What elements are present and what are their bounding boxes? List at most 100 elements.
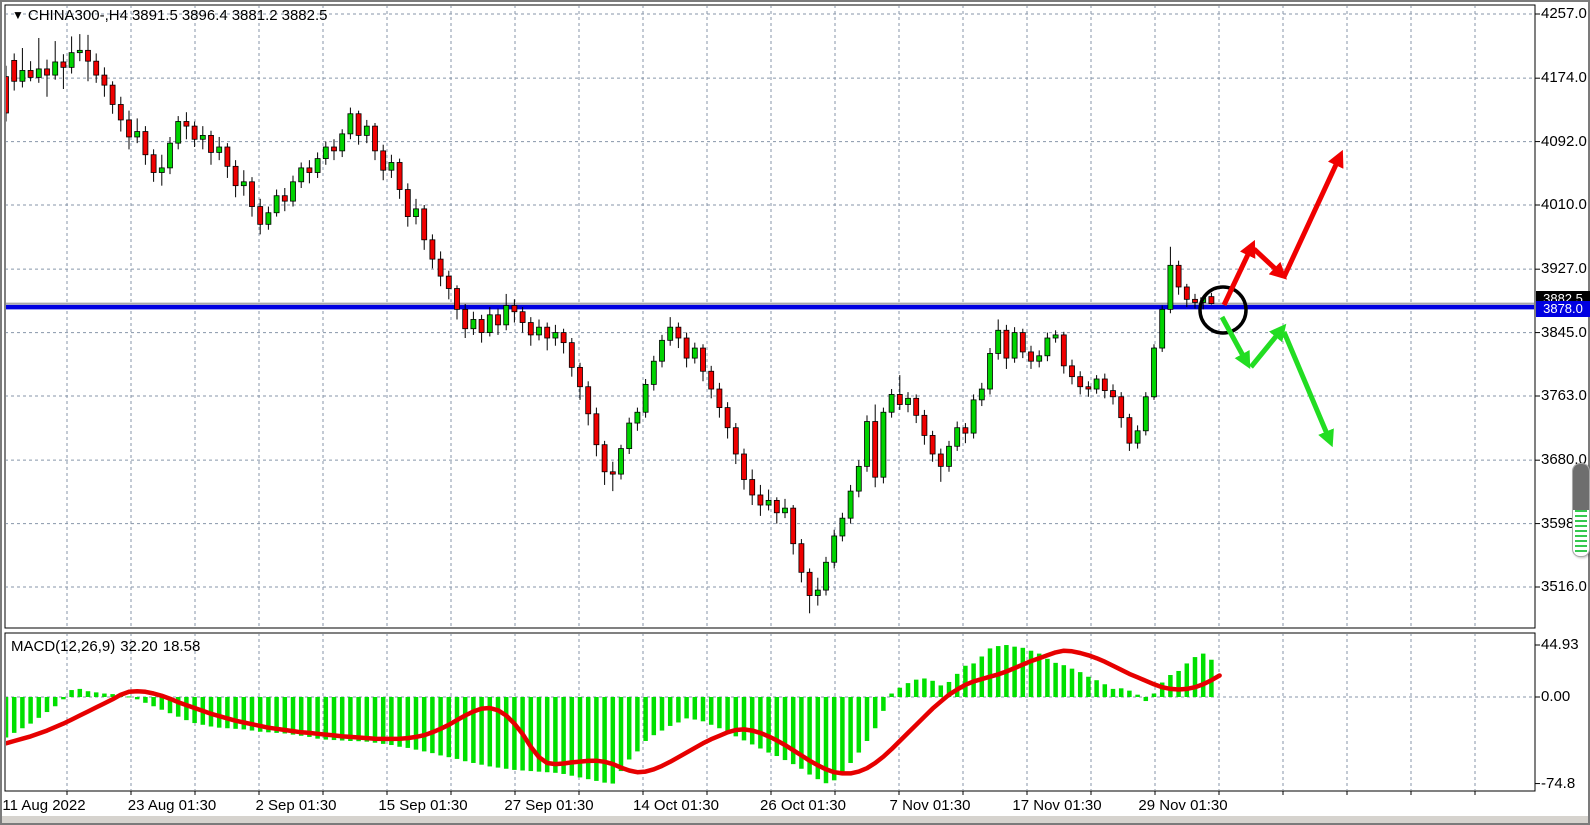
macd-bar (69, 690, 74, 697)
candle-body (856, 466, 861, 491)
macd-bar (930, 681, 935, 697)
macd-axis-label: 0.00 (1541, 689, 1570, 705)
candle-body (955, 428, 960, 447)
candle-body (135, 132, 140, 137)
candle-body (545, 327, 550, 338)
candle-body (487, 315, 492, 333)
macd-bar (939, 685, 944, 697)
macd-bar (1127, 691, 1132, 697)
price-axis-label: 4092.0 (1541, 134, 1587, 150)
price-axis-label: 4010.0 (1541, 197, 1587, 213)
macd-bar (225, 697, 230, 728)
macd-bar (1021, 648, 1026, 697)
macd-bar (512, 697, 517, 770)
candle-body (266, 213, 271, 225)
macd-bar (1144, 697, 1149, 701)
chart-canvas (0, 0, 1590, 825)
macd-bar (906, 683, 911, 697)
macd-bar (578, 697, 583, 777)
macd-bar (151, 697, 156, 706)
candle-body (332, 147, 337, 151)
candle-body (676, 327, 681, 338)
candle-body (1029, 352, 1034, 361)
macd-bar (1053, 663, 1058, 697)
candle-body (889, 394, 894, 412)
macd-bar (963, 666, 968, 697)
candle-body (20, 70, 25, 81)
macd-bar (652, 697, 657, 735)
macd-bar (1135, 695, 1140, 697)
macd-bar (898, 688, 903, 697)
candle-body (1070, 366, 1075, 377)
scrollbar-thumb[interactable] (1572, 463, 1590, 557)
candle-body (356, 114, 361, 136)
candle-body (1160, 309, 1165, 348)
candle-body (873, 422, 878, 478)
macd-bar (725, 697, 730, 732)
candle-body (774, 500, 779, 512)
candle-body (865, 422, 870, 467)
macd-bar (53, 697, 58, 706)
candle-body (1111, 391, 1116, 397)
candle-body (86, 50, 91, 61)
candle-body (4, 77, 9, 113)
candle-body (102, 75, 107, 85)
candle-body (930, 435, 935, 454)
scrollbar-grip[interactable] (1573, 464, 1589, 510)
price-axis-label: 3516.0 (1541, 579, 1587, 595)
macd-bar (20, 697, 25, 728)
candle-body (569, 343, 574, 368)
candle-body (1143, 397, 1148, 431)
candle-body (1078, 377, 1083, 387)
candle-body (315, 159, 320, 173)
candle-body (988, 353, 993, 389)
candle-body (77, 50, 82, 52)
candle-body (446, 276, 451, 288)
macd-bar (102, 694, 107, 697)
macd-bar (693, 697, 698, 720)
candle-body (45, 69, 50, 75)
candle-body (561, 333, 566, 343)
symbol-marker-icon: ▼ (12, 8, 24, 22)
macd-bar (348, 697, 353, 741)
candle-body (430, 240, 435, 259)
candle-body (463, 309, 468, 328)
macd-bar (45, 697, 50, 712)
candle-body (307, 168, 312, 173)
time-axis-label: 29 Nov 01:30 (1138, 798, 1227, 814)
macd-bar (676, 697, 681, 722)
macd-bar (914, 680, 919, 697)
candle-body (1184, 287, 1189, 299)
macd-bar (553, 697, 558, 773)
macd-bar (611, 697, 616, 784)
macd-bar (988, 648, 993, 697)
candle-body (455, 289, 460, 310)
candle-body (94, 61, 99, 75)
candle-body (783, 508, 788, 513)
candle-body (250, 182, 255, 207)
candle-body (282, 196, 287, 201)
candle-body (373, 126, 378, 151)
candle-body (799, 544, 804, 573)
candle-body (1045, 338, 1050, 356)
price-axis-label: 3763.0 (1541, 388, 1587, 404)
candle-body (1135, 431, 1140, 443)
candle-body (881, 412, 886, 477)
candle-body (594, 414, 599, 445)
macd-bar (1070, 669, 1075, 697)
candle-body (233, 166, 238, 185)
candle-body (200, 135, 205, 139)
macd-bar (1185, 663, 1190, 697)
time-axis-label: 26 Oct 01:30 (760, 798, 846, 814)
macd-bar (840, 697, 845, 772)
macd-bar (660, 697, 665, 731)
macd-bar (529, 697, 534, 771)
macd-current-value: 32.20 (120, 638, 158, 655)
time-axis-label: 15 Sep 01:30 (378, 798, 467, 814)
macd-bar (955, 674, 960, 697)
candle-body (274, 196, 279, 213)
candle-body (1020, 333, 1025, 352)
macd-bar (504, 697, 509, 769)
candle-body (438, 259, 443, 276)
candle-body (53, 62, 58, 75)
